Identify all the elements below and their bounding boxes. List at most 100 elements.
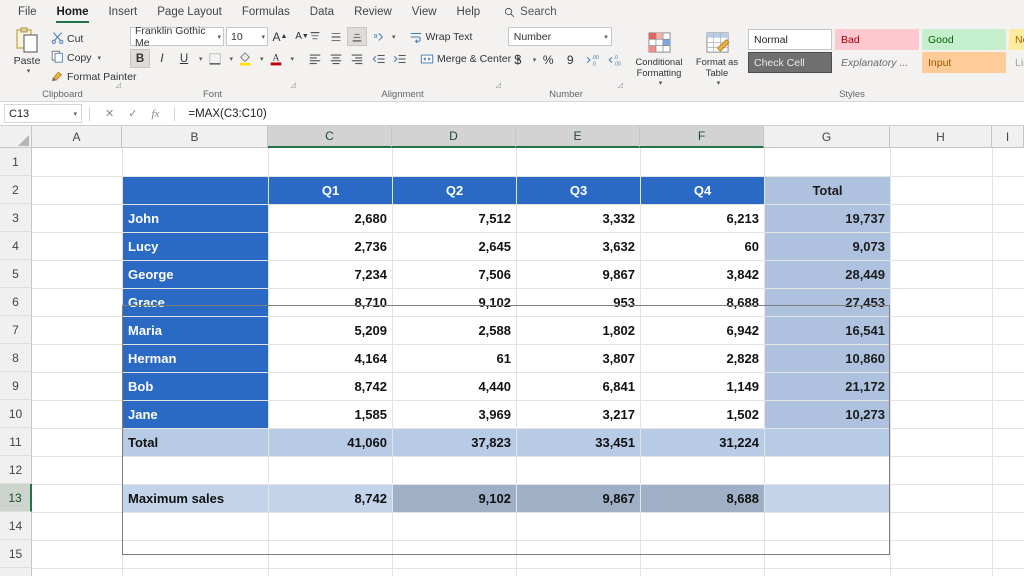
style-swatch-neutral[interactable]: Neutral bbox=[1009, 29, 1024, 50]
underline-button[interactable]: U bbox=[174, 49, 194, 68]
cell-C8[interactable]: 4,164 bbox=[269, 345, 392, 372]
cell-D4[interactable]: 2,645 bbox=[393, 233, 516, 260]
row-header-5[interactable]: 5 bbox=[0, 260, 32, 288]
cell-G11[interactable] bbox=[765, 429, 890, 456]
cell-G13[interactable] bbox=[765, 485, 890, 512]
row-header-9[interactable]: 9 bbox=[0, 372, 32, 400]
style-swatch-check-cell[interactable]: Check Cell bbox=[748, 52, 832, 73]
row-header-14[interactable]: 14 bbox=[0, 512, 32, 540]
tab-file[interactable]: File bbox=[8, 0, 47, 24]
cell-name-maria[interactable]: Maria bbox=[123, 317, 268, 344]
cell-F13[interactable]: 8,688 bbox=[641, 485, 764, 512]
style-swatch-input[interactable]: Input bbox=[922, 52, 1006, 73]
cell-name-john[interactable]: John bbox=[123, 205, 268, 232]
percent-button[interactable]: % bbox=[538, 50, 558, 69]
font-color-button[interactable]: A bbox=[266, 49, 286, 68]
column-header-c[interactable]: C bbox=[268, 126, 392, 148]
row-header-6[interactable]: 6 bbox=[0, 288, 32, 316]
cell-F7[interactable]: 6,942 bbox=[641, 317, 764, 344]
cell-name-lucy[interactable]: Lucy bbox=[123, 233, 268, 260]
align-right-button[interactable] bbox=[347, 49, 367, 68]
align-left-button[interactable] bbox=[305, 49, 325, 68]
tab-home[interactable]: Home bbox=[47, 0, 99, 24]
tab-help[interactable]: Help bbox=[447, 0, 491, 24]
search-box[interactable]: Search bbox=[490, 6, 557, 18]
style-swatch-explanatory[interactable]: Explanatory ... bbox=[835, 52, 919, 73]
cell-G8[interactable]: 10,860 bbox=[765, 345, 890, 372]
table-header-q4[interactable]: Q4 bbox=[641, 177, 764, 204]
row-header-8[interactable]: 8 bbox=[0, 344, 32, 372]
row-header-16[interactable]: 16 bbox=[0, 568, 32, 576]
chevron-down-icon[interactable]: ▾ bbox=[24, 67, 31, 75]
cell-C5[interactable]: 7,234 bbox=[269, 261, 392, 288]
cell-F11[interactable]: 31,224 bbox=[641, 429, 764, 456]
cell-C3[interactable]: 2,680 bbox=[269, 205, 392, 232]
cell-D5[interactable]: 7,506 bbox=[393, 261, 516, 288]
cell-D11[interactable]: 37,823 bbox=[393, 429, 516, 456]
column-header-e[interactable]: E bbox=[516, 126, 640, 148]
copy-button[interactable]: Copy ▾ bbox=[51, 49, 136, 66]
chevron-down-icon[interactable]: ▾ bbox=[70, 110, 77, 118]
row-header-7[interactable]: 7 bbox=[0, 316, 32, 344]
cell-G7[interactable]: 16,541 bbox=[765, 317, 890, 344]
column-header-d[interactable]: D bbox=[392, 126, 516, 148]
alignment-dialog-launcher[interactable]: ◿ bbox=[496, 81, 501, 89]
cell-E13[interactable]: 9,867 bbox=[517, 485, 640, 512]
number-format-select[interactable]: Number ▾ bbox=[507, 27, 612, 46]
font-dialog-launcher[interactable]: ◿ bbox=[291, 81, 296, 89]
style-swatch-normal[interactable]: Normal bbox=[748, 29, 832, 50]
style-swatch-bad[interactable]: Bad bbox=[835, 29, 919, 50]
cell-G6[interactable]: 27,453 bbox=[765, 289, 890, 316]
conditional-formatting-button[interactable]: Conditional Formatting ▾ bbox=[632, 29, 686, 89]
tab-insert[interactable]: Insert bbox=[98, 0, 147, 24]
font-color-chevron-down-icon[interactable]: ▾ bbox=[288, 55, 295, 63]
chevron-down-icon[interactable]: ▾ bbox=[95, 54, 102, 62]
cell-F6[interactable]: 8,688 bbox=[641, 289, 764, 316]
cell-maximum-sales-label[interactable]: Maximum sales bbox=[123, 485, 268, 512]
align-middle-button[interactable] bbox=[326, 27, 346, 46]
bold-button[interactable]: B bbox=[130, 49, 150, 68]
tab-data[interactable]: Data bbox=[300, 0, 344, 24]
cell-name-jane[interactable]: Jane bbox=[123, 401, 268, 428]
style-swatch-good[interactable]: Good bbox=[922, 29, 1006, 50]
currency-button[interactable]: $ bbox=[508, 50, 528, 69]
tab-formulas[interactable]: Formulas bbox=[232, 0, 300, 24]
fill-color-button[interactable] bbox=[235, 49, 255, 68]
cell-name-grace[interactable]: Grace bbox=[123, 289, 268, 316]
row-header-15[interactable]: 15 bbox=[0, 540, 32, 568]
borders-chevron-down-icon[interactable]: ▾ bbox=[227, 55, 234, 63]
italic-button[interactable]: I bbox=[152, 49, 172, 68]
cell-E8[interactable]: 3,807 bbox=[517, 345, 640, 372]
tab-page-layout[interactable]: Page Layout bbox=[147, 0, 232, 24]
row-header-4[interactable]: 4 bbox=[0, 232, 32, 260]
table-header-total[interactable]: Total bbox=[765, 177, 890, 204]
row-header-13[interactable]: 13 bbox=[0, 484, 32, 512]
style-swatch-linked[interactable]: Linked ... bbox=[1009, 52, 1024, 73]
row-header-10[interactable]: 10 bbox=[0, 400, 32, 428]
cell-C4[interactable]: 2,736 bbox=[269, 233, 392, 260]
row-header-11[interactable]: 11 bbox=[0, 428, 32, 456]
cell-D6[interactable]: 9,102 bbox=[393, 289, 516, 316]
chevron-down-icon[interactable]: ▾ bbox=[714, 78, 721, 89]
increase-font-size-button[interactable]: A ▲ bbox=[270, 27, 290, 46]
cell-D8[interactable]: 61 bbox=[393, 345, 516, 372]
align-top-button[interactable] bbox=[305, 27, 325, 46]
cell-C9[interactable]: 8,742 bbox=[269, 373, 392, 400]
cell-E4[interactable]: 3,632 bbox=[517, 233, 640, 260]
borders-button[interactable] bbox=[205, 49, 225, 68]
cell-C10[interactable]: 1,585 bbox=[269, 401, 392, 428]
cell-E5[interactable]: 9,867 bbox=[517, 261, 640, 288]
cell-C6[interactable]: 8,710 bbox=[269, 289, 392, 316]
name-box[interactable]: C13 ▾ bbox=[4, 104, 82, 123]
enter-icon[interactable]: ✓ bbox=[128, 107, 137, 120]
tab-review[interactable]: Review bbox=[344, 0, 402, 24]
cell-E9[interactable]: 6,841 bbox=[517, 373, 640, 400]
decrease-indent-button[interactable] bbox=[368, 49, 388, 68]
cell-name-herman[interactable]: Herman bbox=[123, 345, 268, 372]
column-header-b[interactable]: B bbox=[122, 126, 268, 148]
cancel-icon[interactable]: ✕ bbox=[105, 107, 114, 120]
cell-G3[interactable]: 19,737 bbox=[765, 205, 890, 232]
increase-decimal-button[interactable]: .00.0 bbox=[582, 50, 602, 69]
font-name-select[interactable]: Franklin Gothic Me ▾ bbox=[130, 25, 224, 49]
cell-F9[interactable]: 1,149 bbox=[641, 373, 764, 400]
